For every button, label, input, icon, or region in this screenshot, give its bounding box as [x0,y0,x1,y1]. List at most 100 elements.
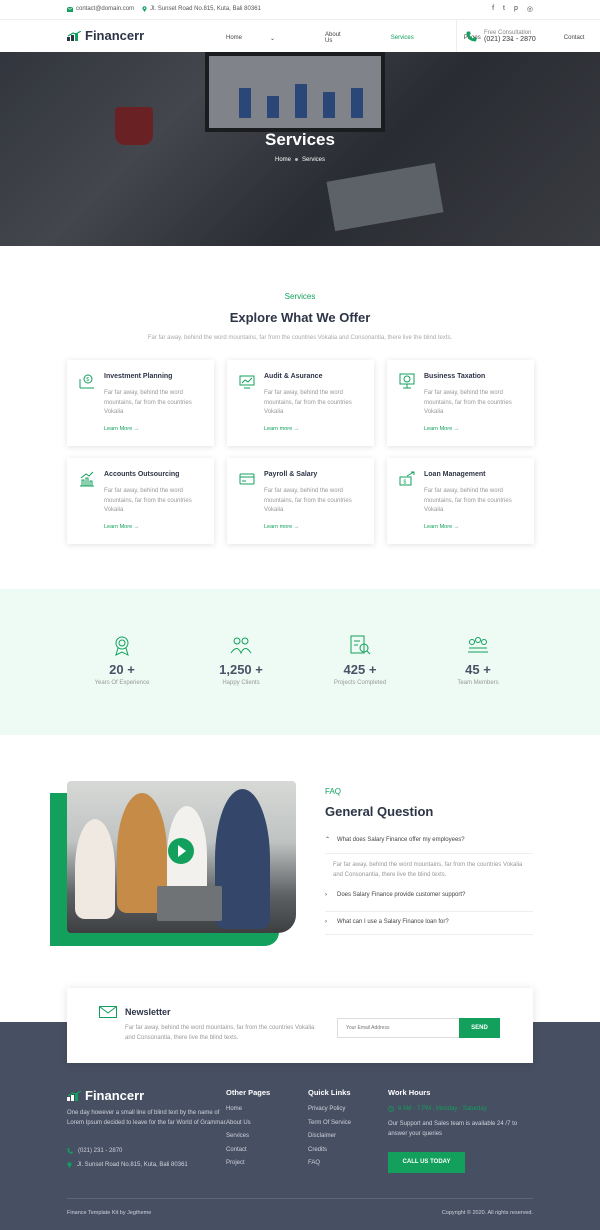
chevron-up-icon: ⌃ [325,837,331,843]
call-us-button[interactable]: CALL US TODAY [388,1152,465,1173]
work-hours-time-text: 8 AM - 7 PM , Monday - Saturday [398,1106,487,1112]
stat-item: 20 + Years Of Experience [62,634,182,686]
nav-item-contact[interactable]: Contact⌄ [564,32,600,44]
breadcrumb-home[interactable]: Home [275,157,291,163]
instagram-icon[interactable]: ◎ [527,5,533,13]
breadcrumb-separator [295,157,298,161]
award-icon [115,636,129,656]
top-address-text: Jl. Sunset Road No.815, Kuta, Bali 80361 [150,6,261,12]
service-title: Investment Planning [104,373,173,380]
location-icon [142,6,147,12]
stat-value: 20 + [109,662,135,677]
play-button[interactable] [168,838,194,864]
footer-quick-links: Quick Links Privacy Policy Term Of Servi… [308,1088,351,1174]
services-subtitle: Far far away, behind the word mountains,… [147,335,453,341]
learn-more-link[interactable]: Learn More → [104,524,139,530]
footer-link[interactable]: Disclaimer [308,1133,351,1139]
service-title: Business Taxation [424,373,486,380]
learn-more-link[interactable]: Learn more → [264,524,299,530]
nav-item-label: Contact [563,35,585,41]
top-email-text: contact@domain.com [76,6,135,12]
faq-question-text: Does Salary Finance provide customer sup… [337,892,466,898]
stat-item: 1,250 + Happy Clients [181,634,301,686]
phone-icon [67,1148,73,1154]
twitter-icon[interactable]: t [503,5,505,13]
stats-section: 20 + Years Of Experience 1,250 + Happy C… [0,589,600,735]
service-title: Loan Management [424,471,486,478]
footer-link[interactable]: Privacy Policy [308,1106,351,1112]
nav-item-about[interactable]: About Us [325,32,366,44]
newsletter-title: Newsletter [125,1007,171,1017]
stat-label: Projects Completed [333,680,387,686]
send-button[interactable]: SEND [459,1018,500,1038]
footer-phone[interactable]: (021) 231 - 2870 [67,1148,122,1154]
services-title: Explore What We Offer [229,310,371,325]
newsletter-box: Newsletter Far far away, behind the word… [67,988,533,1063]
services-tag: Services [284,292,316,301]
team-icon [468,637,488,653]
taxation-icon [399,373,415,389]
nav-item-home[interactable]: Home ⌄ [226,32,300,44]
faq-title: General Question [325,804,434,819]
logo-icon [67,1090,82,1101]
newsletter-desc: Far far away, behind the word mountains,… [125,1025,315,1041]
learn-more-link[interactable]: Learn More → [104,426,139,432]
service-card[interactable]: Business Taxation Far far away, behind t… [387,360,534,446]
nav-item-services[interactable]: Services [391,32,439,44]
pinterest-icon[interactable]: p [514,5,518,13]
location-icon [67,1162,72,1168]
footer-copyright: Copyright © 2020. All rights reserved. [441,1210,533,1216]
service-title: Audit & Asurance [264,373,323,380]
faq-question[interactable]: › Does Salary Finance provide customer su… [325,892,533,912]
footer-work-hours: Work Hours 8 AM - 7 PM , Monday - Saturd… [388,1088,538,1139]
faq-question[interactable]: ⌃ What does Salary Finance offer my emplo… [325,836,533,854]
clients-icon [230,637,252,655]
svg-text:$: $ [404,480,407,486]
footer-link[interactable]: Contact [226,1147,270,1153]
breadcrumb-current: Services [302,157,326,163]
footer-link[interactable]: Term Of Service [308,1120,351,1126]
footer-link[interactable]: Credits [308,1147,351,1153]
stat-label: Years Of Experience [94,680,150,686]
investment-icon: $ [79,374,94,389]
footer-link[interactable]: Home [226,1106,270,1112]
learn-more-link[interactable]: Learn More → [424,524,459,530]
newsletter-email-input[interactable] [337,1018,460,1038]
service-card[interactable]: $ Investment Planning Far far away, behi… [67,360,214,446]
social-links: f t p ◎ [492,5,533,13]
service-card[interactable]: Audit & Asurance Far far away, behind th… [227,360,374,446]
chevron-down-icon: ⌄ [270,35,276,42]
footer-col-title: Work Hours [388,1088,431,1097]
footer-link[interactable]: Services [226,1133,270,1139]
top-email[interactable]: contact@domain.com [67,6,134,12]
service-card[interactable]: Payroll & Salary Far far away, behind th… [227,458,374,544]
chevron-right-icon: › [325,919,327,925]
service-card[interactable]: $ Loan Management Far far away, behind t… [387,458,534,544]
facebook-icon[interactable]: f [492,5,494,13]
service-desc: Far far away, behind the word mountains,… [424,488,512,513]
footer-other-pages: Other Pages Home About Us Services Conta… [226,1088,270,1174]
logo-text: Financerr [85,28,145,43]
service-desc: Far far away, behind the word mountains,… [264,390,352,415]
footer-link[interactable]: FAQ [308,1160,351,1166]
envelope-icon [99,1006,117,1018]
top-bar: contact@domain.com Jl. Sunset Road No.81… [0,0,600,20]
learn-more-link[interactable]: Learn more → [264,426,299,432]
learn-more-link[interactable]: Learn More → [424,426,459,432]
footer-about: One day however a small line of blind te… [67,1110,227,1126]
service-title: Accounts Outsourcing [104,471,180,478]
stat-item: 45 + Team Members [418,634,538,686]
footer-link[interactable]: Project [226,1160,270,1166]
clock-icon [388,1106,394,1112]
service-card[interactable]: Accounts Outsourcing Far far away, behin… [67,458,214,544]
stat-label: Team Members [457,680,499,686]
free-consultation[interactable]: Free Consultation (021) 231 - 2870 [456,20,536,52]
faq-question[interactable]: › What can I use a Salary Finance loan fo… [325,919,533,935]
nav-menu: Home⌄ About Us Services Pages⌄ Contact⌄ [226,32,600,44]
footer-link[interactable]: About Us [226,1120,270,1126]
top-contact: contact@domain.com Jl. Sunset Road No.81… [67,6,261,12]
phone-icon [466,31,477,41]
logo[interactable]: Financerr [67,28,144,43]
footer-logo[interactable]: Financerr [67,1088,144,1103]
stat-item: 425 + Projects Completed [300,634,420,686]
